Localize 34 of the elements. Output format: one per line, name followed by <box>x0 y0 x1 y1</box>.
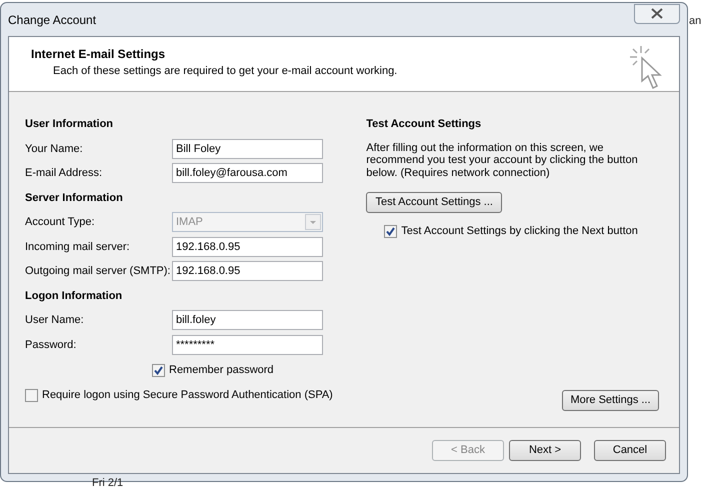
header-title: Internet E-mail Settings <box>31 46 166 63</box>
field-label: Incoming mail server: <box>25 240 131 254</box>
field-label: Account Type: <box>25 215 96 230</box>
more-settings-button[interactable]: More Settings ... <box>562 390 659 411</box>
window-title: Change Account <box>8 12 96 28</box>
field-label: Outgoing mail server (SMTP): <box>25 264 172 279</box>
input-field[interactable]: bill.foley@farousa.com <box>172 163 323 184</box>
test-account-settings-button[interactable]: Test Account Settings ... <box>366 192 502 213</box>
field-label: Password: <box>25 338 78 352</box>
field-label: User Name: <box>25 313 85 328</box>
field-label: Your Name: <box>25 142 84 156</box>
field-label: E-mail Address: <box>25 166 104 181</box>
section-heading: Test Account Settings <box>366 117 482 132</box>
section-heading: Logon Information <box>25 288 122 304</box>
test-description: After filling out the information on this screen, we recommend you test your account by clicking the button below. (Requires network connection) <box>366 142 638 179</box>
input-field[interactable]: bill.foley <box>172 310 323 330</box>
background-text: an <box>689 15 702 27</box>
input-field[interactable]: 192.168.0.95 <box>172 236 323 257</box>
checkbox[interactable] <box>25 388 38 402</box>
input-field[interactable]: 192.168.0.95 <box>172 261 323 282</box>
dialog-button[interactable]: Cancel <box>594 440 666 461</box>
close-button[interactable] <box>634 4 680 24</box>
checkbox-label: Test Account Settings by clicking the Next button <box>401 224 638 239</box>
checkbox[interactable] <box>384 224 398 238</box>
header-subtitle: Each of these settings are required to get your e-mail account working. <box>52 64 398 79</box>
input-field[interactable]: ********* <box>172 334 323 355</box>
dialog-button[interactable]: Next > <box>509 440 581 461</box>
checkbox-label: Remember password <box>169 362 274 378</box>
section-heading: User Information <box>25 117 114 132</box>
section-heading: Server Information <box>25 190 123 206</box>
input-field[interactable]: Bill Foley <box>172 138 323 159</box>
checkbox[interactable] <box>152 364 165 376</box>
checkbox-label: Require logon using Secure Password Authentication (SPA) <box>42 388 333 403</box>
close-icon <box>651 8 663 19</box>
